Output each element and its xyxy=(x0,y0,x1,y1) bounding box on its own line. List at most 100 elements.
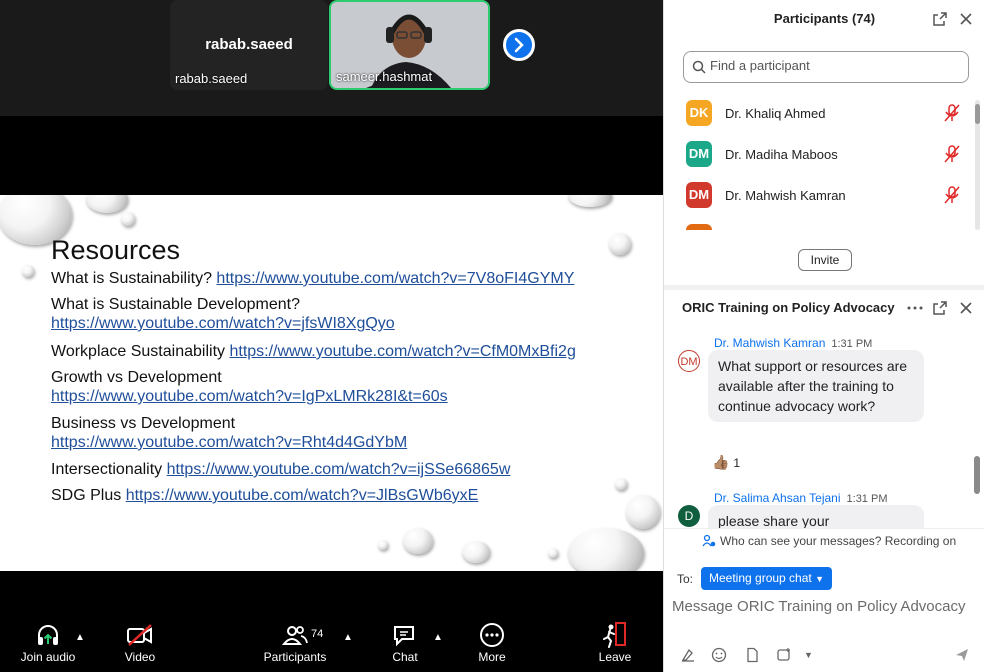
resource-link[interactable]: https://www.youtube.com/watch?v=jfsWI8Xg… xyxy=(51,315,395,332)
video-tile-rabab[interactable]: rabab.saeed rabab.saeed xyxy=(170,0,328,90)
chat-title: ORIC Training on Policy Advocacy xyxy=(682,300,895,315)
close-icon[interactable] xyxy=(958,11,974,27)
screenshot-icon[interactable] xyxy=(776,647,792,663)
reaction-count: 1 xyxy=(733,456,741,470)
partial-avatar xyxy=(686,224,712,230)
resource-link[interactable]: https://www.youtube.com/watch?v=ijSSe668… xyxy=(167,461,511,478)
leave-label: Leave xyxy=(598,650,632,664)
sender-name: Dr. Salima Ahsan Tejani xyxy=(714,491,841,505)
participant-row[interactable]: DM Dr. Madiha Maboos xyxy=(686,141,966,169)
participant-name: Dr. Madiha Maboos xyxy=(725,147,838,162)
tile-center-name: rabab.saeed xyxy=(205,36,293,53)
video-label: Video xyxy=(124,650,156,664)
water-drop-decoration xyxy=(626,495,660,529)
resource-label: Intersectionality xyxy=(51,461,163,478)
participants-icon xyxy=(282,626,308,645)
chevron-right-icon xyxy=(514,37,524,53)
resource-label: What is Sustainable Development? xyxy=(51,296,301,313)
video-button[interactable]: Video xyxy=(116,620,164,664)
resource-link[interactable]: https://www.youtube.com/watch?v=7V8oFI4G… xyxy=(216,270,574,287)
participants-options-caret-icon[interactable]: ▲ xyxy=(343,632,353,643)
participant-search-box[interactable] xyxy=(683,51,969,83)
thumbs-up-icon: 👍🏽 xyxy=(712,454,730,470)
leave-icon xyxy=(603,622,626,648)
message-time: 1:31 PM xyxy=(846,493,888,505)
avatar: D xyxy=(678,505,700,527)
participants-header: Participants (74) xyxy=(664,0,984,38)
resource-link[interactable]: https://www.youtube.com/watch?v=Rht4d4Gd… xyxy=(51,434,407,451)
chevron-down-icon: ▼ xyxy=(815,574,824,584)
chat-label: Chat xyxy=(392,650,418,664)
shared-screen-slide: Resources What is Sustainability? https:… xyxy=(0,195,663,571)
next-page-button[interactable] xyxy=(503,29,535,61)
chat-options-caret-icon[interactable]: ▲ xyxy=(433,632,443,643)
participant-row[interactable]: DM Dr. Mahwish Kamran xyxy=(686,182,966,210)
join-audio-button[interactable]: Join audio xyxy=(14,620,82,664)
water-drop-decoration xyxy=(462,541,490,563)
mic-muted-icon[interactable] xyxy=(944,104,960,122)
participants-button[interactable]: Participants xyxy=(258,620,332,664)
avatar: DM xyxy=(686,141,712,167)
join-audio-label: Join audio xyxy=(20,650,76,664)
notice-text: Who can see your messages? Recording on xyxy=(720,534,957,548)
water-drop-decoration xyxy=(568,195,612,207)
file-icon[interactable] xyxy=(744,647,760,663)
water-drop-decoration xyxy=(121,212,135,226)
participant-row[interactable]: DK Dr. Khaliq Ahmed xyxy=(686,100,966,128)
audio-options-caret-icon[interactable]: ▲ xyxy=(75,632,85,643)
pop-out-icon[interactable] xyxy=(932,11,948,27)
invite-button[interactable]: Invite xyxy=(798,249,852,271)
chat-messages: DM Dr. Mahwish Kamran 1:31 PM What suppor… xyxy=(664,330,984,528)
participants-scrollbar[interactable] xyxy=(975,100,980,230)
search-input[interactable] xyxy=(710,58,960,73)
participant-name: Dr. Mahwish Kamran xyxy=(725,188,846,203)
leave-button[interactable]: Leave xyxy=(594,620,636,664)
send-icon[interactable] xyxy=(954,647,970,663)
chevron-down-icon[interactable]: ▼ xyxy=(804,650,813,660)
mic-muted-icon[interactable] xyxy=(944,186,960,204)
resource-link[interactable]: https://www.youtube.com/watch?v=CfM0MxBf… xyxy=(229,343,575,360)
message-input[interactable] xyxy=(672,598,972,615)
recipient-label: To: xyxy=(677,572,694,586)
recipient-dropdown[interactable]: Meeting group chat ▼ xyxy=(701,567,832,590)
people-info-icon xyxy=(702,534,716,547)
more-options-icon[interactable] xyxy=(907,300,923,316)
reaction-badge[interactable]: 👍🏽 1 xyxy=(712,454,740,471)
resource-label: Growth vs Development xyxy=(51,369,222,386)
chat-button[interactable]: Chat xyxy=(384,620,426,664)
more-button[interactable]: More xyxy=(472,620,512,664)
search-icon xyxy=(692,60,706,74)
message-time: 1:31 PM xyxy=(831,338,873,350)
avatar: DK xyxy=(686,100,712,126)
water-drop-decoration xyxy=(86,195,128,213)
slide-line: What is Sustainability? https://www.yout… xyxy=(51,269,574,288)
sender-name: Dr. Mahwish Kamran xyxy=(714,336,826,350)
zoom-meeting-window: rabab.saeed rabab.saeed sameer.hashmat R… xyxy=(0,0,984,672)
avatar: DM xyxy=(686,182,712,208)
emoji-icon[interactable] xyxy=(711,647,727,663)
slide-line: SDG Plus https://www.youtube.com/watch?v… xyxy=(51,486,478,505)
participants-count: 74 xyxy=(311,628,324,640)
slide-line: Intersectionality https://www.youtube.co… xyxy=(51,460,510,479)
meeting-stage: rabab.saeed rabab.saeed sameer.hashmat R… xyxy=(0,0,663,672)
chat-visibility-notice[interactable]: Who can see your messages? Recording on xyxy=(664,528,984,553)
video-tile-sameer[interactable]: sameer.hashmat xyxy=(329,0,490,90)
avatar: DM xyxy=(678,350,700,372)
message-sender: Dr. Salima Ahsan Tejani 1:31 PM xyxy=(714,491,887,505)
message-bubble: What support or resources are available … xyxy=(708,350,924,422)
meeting-toolbar: Join audio ▲ Video Participants 74 ▲ Cha… xyxy=(0,620,663,672)
pop-out-icon[interactable] xyxy=(932,300,948,316)
slide-line: Growth vs Development https://www.youtube… xyxy=(51,368,448,406)
chat-scrollbar[interactable] xyxy=(974,456,980,494)
participants-label: Participants xyxy=(263,650,327,664)
resource-link[interactable]: https://www.youtube.com/watch?v=JlBsGWb6… xyxy=(126,487,479,504)
format-text-icon[interactable] xyxy=(680,647,696,663)
slide-line: What is Sustainable Development? https://… xyxy=(51,295,395,333)
message-bubble: please share your xyxy=(708,505,924,528)
resource-link[interactable]: https://www.youtube.com/watch?v=IgPxLMRk… xyxy=(51,388,448,405)
resource-label: Business vs Development xyxy=(51,415,236,432)
chat-icon xyxy=(394,626,414,647)
mic-muted-icon[interactable] xyxy=(944,145,960,163)
close-icon[interactable] xyxy=(958,300,974,316)
participant-name: Dr. Khaliq Ahmed xyxy=(725,106,826,121)
